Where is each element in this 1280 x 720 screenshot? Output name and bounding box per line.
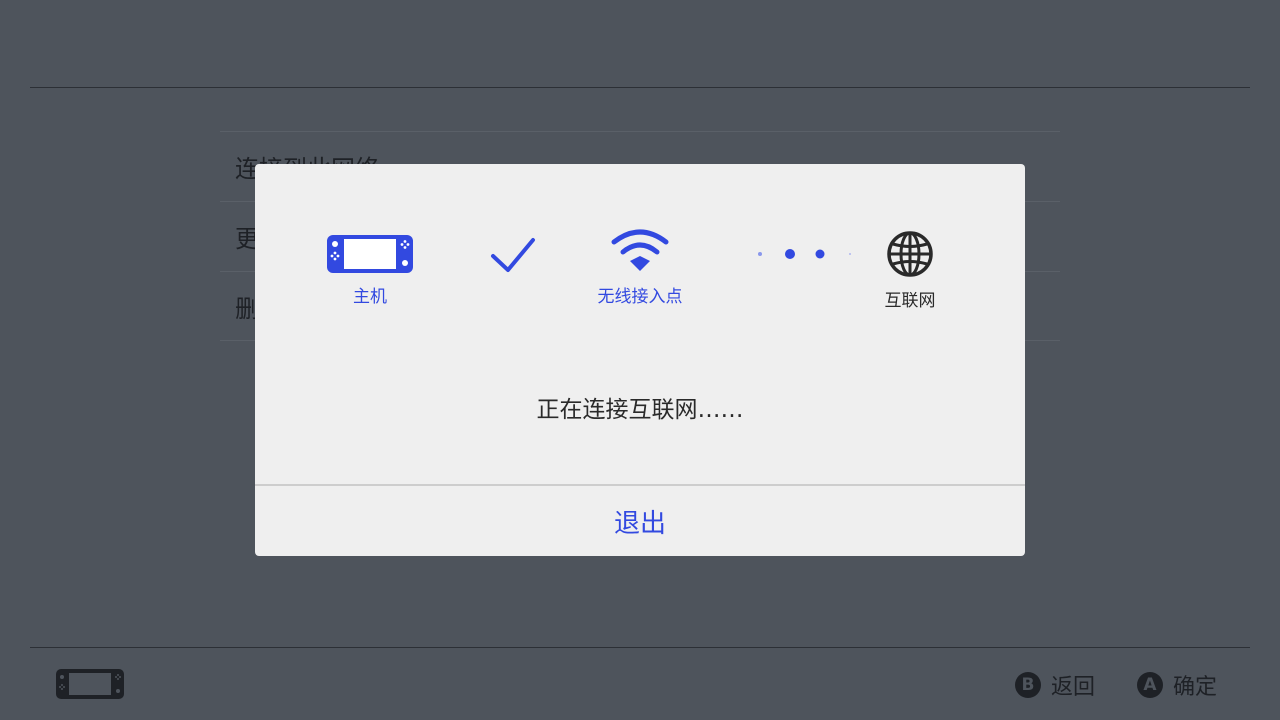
footer-divider xyxy=(30,647,1250,648)
b-button-icon: B xyxy=(1015,672,1041,698)
back-label: 返回 xyxy=(1051,675,1096,700)
header-divider xyxy=(30,87,1250,88)
node-access-point-label: 无线接入点 xyxy=(597,287,683,307)
back-button[interactable]: B 返回 xyxy=(1015,668,1095,702)
confirm-button[interactable]: A 确定 xyxy=(1137,668,1217,702)
node-internet: 互联网 xyxy=(865,230,955,311)
node-console: 主机 xyxy=(315,234,425,307)
node-access-point: 无线接入点 xyxy=(580,228,700,307)
node-console-label: 主机 xyxy=(353,287,387,307)
quit-button[interactable]: 退出 xyxy=(255,486,1025,556)
wifi-icon xyxy=(611,229,669,271)
node-internet-label: 互联网 xyxy=(884,291,936,311)
checkmark-icon xyxy=(491,238,535,272)
connection-status-text: 正在连接互联网…… xyxy=(536,397,744,423)
switch-console-icon xyxy=(56,669,124,699)
connection-test-dialog: 主机 无线接入点 互联网 正在连接互联网…… 退出 xyxy=(255,164,1025,556)
confirm-label: 确定 xyxy=(1173,675,1218,700)
globe-icon xyxy=(887,231,933,277)
a-button-icon: A xyxy=(1137,672,1163,698)
progress-dots-icon xyxy=(758,249,851,259)
switch-console-icon xyxy=(327,235,413,273)
